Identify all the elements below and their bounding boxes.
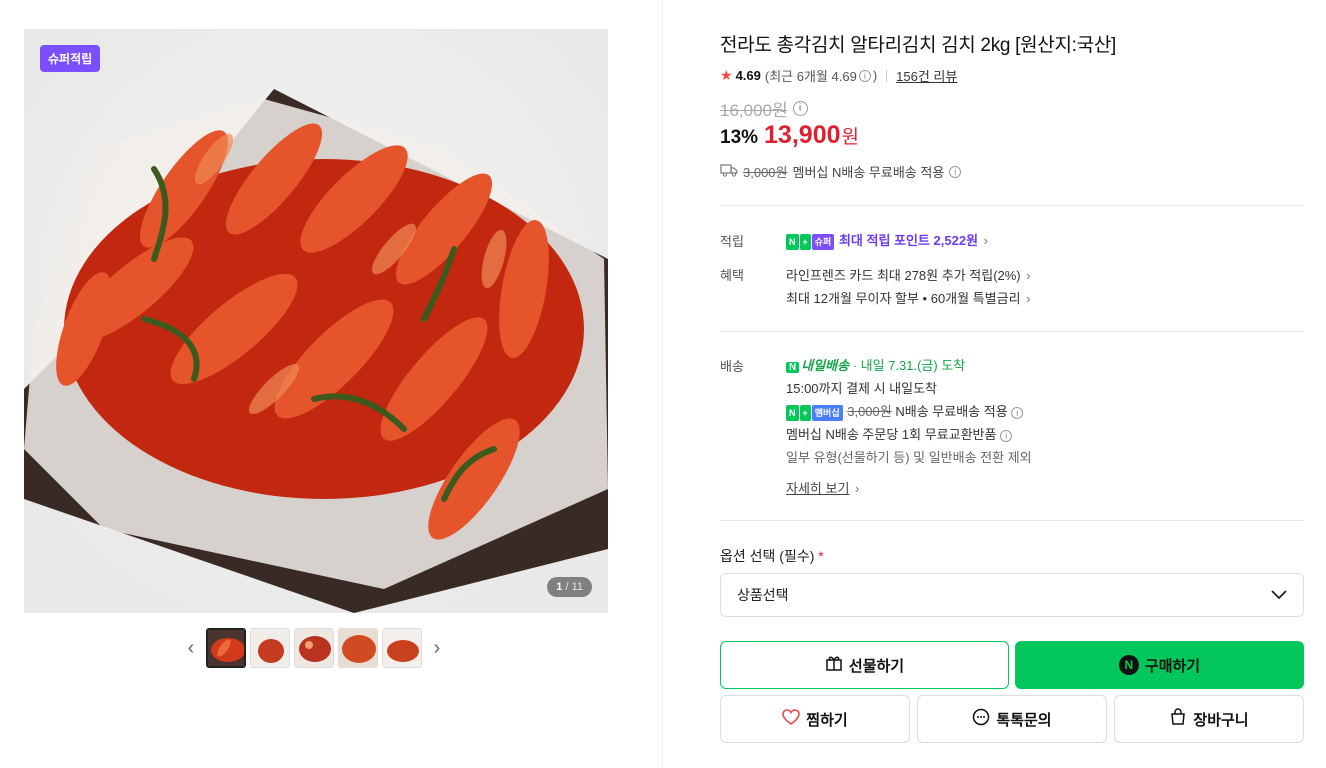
- membership-shipping-text: N배송 무료배송 적용: [895, 404, 1008, 419]
- benefit-label: 혜택: [720, 268, 744, 283]
- sale-price-row: 13% 13,900 원: [720, 121, 859, 150]
- divider: [720, 331, 1304, 332]
- membership-shipping-row: N + 멤버십 3,000원 N배송 무료배송 적용 i: [786, 401, 1024, 421]
- exchange-text: 멤버십 N배송 주문당 1회 무료교환반품: [786, 427, 997, 442]
- heart-icon: [782, 709, 801, 729]
- discount-percent: 13%: [720, 127, 759, 148]
- n-icon: N: [786, 362, 800, 373]
- thumbnail-5[interactable]: [382, 628, 422, 668]
- rating-recent: (최근 6개월 4.69: [764, 69, 857, 84]
- option-select-value: 상품선택: [737, 587, 789, 603]
- main-product-image[interactable]: 슈퍼적립 1 / 11: [24, 29, 608, 613]
- original-price: 16,000원 i: [720, 96, 808, 121]
- delivery-row: N 내일배송 · 내일 7.31.(금) 도착: [786, 355, 965, 374]
- prev-arrow-icon[interactable]: ‹: [180, 628, 202, 668]
- counter-current: 1: [556, 581, 563, 593]
- thumbnail-strip: ‹ ›: [180, 628, 448, 668]
- exchange-row: 멤버십 N배송 주문당 1회 무료교환반품 i: [786, 424, 1013, 443]
- membership-old-fee: 3,000원: [847, 404, 892, 419]
- cart-label: 장바구니: [1193, 711, 1249, 729]
- chevron-right-icon: ›: [983, 233, 988, 248]
- chevron-down-icon: [1271, 587, 1287, 603]
- product-title: 전라도 총각김치 알타리김치 김치 2kg [원산지:국산]: [720, 35, 1116, 56]
- benefit-card-row[interactable]: 라인프렌즈 카드 최대 278원 추가 적립(2%) ›: [786, 265, 1031, 284]
- currency-unit: 원: [841, 127, 859, 148]
- option-label-text: 옵션 선택 (필수): [720, 548, 815, 564]
- delivery-cutoff: 15:00까지 결제 시 내일도착: [786, 381, 938, 396]
- membership-badge: N + 멤버십: [786, 404, 844, 421]
- benefit-installment-row[interactable]: 최대 12개월 무이자 할부 • 60개월 특별금리 ›: [786, 288, 1031, 307]
- points-row[interactable]: N + 슈퍼 최대 적립 포인트 2,522원 ›: [786, 230, 988, 250]
- divider: [886, 69, 888, 82]
- original-price-value: 16,000원: [720, 101, 788, 120]
- delivery-label: 배송: [720, 359, 744, 374]
- wish-label: 찜하기: [806, 711, 848, 729]
- cart-button[interactable]: 장바구니: [1114, 695, 1304, 743]
- gift-label: 선물하기: [848, 657, 905, 675]
- next-arrow-icon[interactable]: ›: [426, 628, 448, 668]
- image-counter: 1 / 11: [547, 577, 592, 597]
- info-icon[interactable]: i: [858, 69, 871, 82]
- shipping-info-icon[interactable]: i: [949, 165, 962, 178]
- more-details-link[interactable]: 자세히 보기 ›: [786, 478, 859, 497]
- review-link[interactable]: 156건 리뷰: [896, 66, 957, 85]
- benefit-card-text: 라인프렌즈 카드 최대 278원 추가 적립(2%): [786, 268, 1021, 283]
- membership-badge-label: 멤버십: [811, 404, 843, 421]
- talk-inquiry-button[interactable]: 톡톡문의: [917, 695, 1107, 743]
- talk-label: 톡톡문의: [996, 711, 1052, 729]
- counter-total: / 11: [565, 581, 583, 593]
- chat-icon: [972, 708, 990, 730]
- tomorrow-delivery-badge: N 내일배송: [786, 358, 853, 373]
- star-icon: ★: [720, 67, 733, 83]
- chevron-right-icon: ›: [1026, 291, 1031, 306]
- kimchi-photo: [24, 29, 608, 613]
- option-select[interactable]: 상품선택: [720, 573, 1304, 617]
- thumbnail-4[interactable]: [338, 628, 378, 668]
- shipping-old-fee: 3,000원: [743, 165, 788, 180]
- thumbnail-3[interactable]: [294, 628, 334, 668]
- option-label: 옵션 선택 (필수) *: [720, 546, 824, 566]
- buy-button[interactable]: N 구매하기: [1015, 641, 1304, 689]
- rating-score: 4.69: [735, 68, 761, 83]
- naver-n-icon: N: [1118, 655, 1139, 675]
- thumbnail-1[interactable]: [206, 628, 246, 668]
- sale-price: 13,900: [764, 121, 841, 149]
- info-icon[interactable]: i: [1011, 406, 1024, 419]
- gift-button[interactable]: 선물하기: [720, 641, 1009, 689]
- membership-badge-plus: +: [799, 404, 811, 421]
- thumbnail-2[interactable]: [250, 628, 290, 668]
- rating-recent-close: ): [872, 68, 878, 83]
- divider: [720, 520, 1304, 521]
- tomorrow-delivery-text: 내일배송: [801, 358, 850, 373]
- badge-plus: +: [799, 233, 811, 250]
- badge-super: 슈퍼: [811, 233, 835, 250]
- badge-n: N: [786, 233, 799, 250]
- shopping-bag-icon: [1169, 708, 1187, 730]
- rating-row: ★ 4.69 (최근 6개월 4.69 i ) 156건 리뷰: [720, 66, 957, 85]
- required-mark: *: [818, 548, 824, 564]
- benefit-installment-text: 최대 12개월 무이자 할부 • 60개월 특별금리: [786, 291, 1021, 306]
- buy-label: 구매하기: [1144, 657, 1201, 675]
- shipping-summary: 3,000원 멤버십 N배송 무료배송 적용 i: [720, 162, 962, 181]
- divider: [720, 205, 1304, 206]
- super-points-badge: 슈퍼적립: [40, 45, 101, 72]
- membership-badge-n: N: [786, 404, 799, 421]
- delivery-arrival: · 내일 7.31.(금) 도착: [852, 358, 966, 373]
- points-text: 최대 적립 포인트: [838, 233, 930, 248]
- price-info-icon[interactable]: i: [792, 101, 808, 116]
- gift-icon: [825, 654, 843, 676]
- points-label: 적립: [720, 234, 744, 249]
- chevron-right-icon: ›: [1026, 268, 1031, 283]
- exclusion-text: 일부 유형(선물하기 등) 및 일반배송 전환 제외: [786, 450, 1032, 465]
- product-gallery: 슈퍼적립 1 / 11 ‹ ›: [0, 0, 663, 768]
- shipping-text: 멤버십 N배송 무료배송 적용: [792, 165, 945, 180]
- chevron-right-icon: ›: [855, 481, 860, 496]
- truck-icon: [720, 163, 738, 180]
- wish-button[interactable]: 찜하기: [720, 695, 910, 743]
- npay-plus-super-badge: N + 슈퍼: [786, 233, 835, 250]
- more-details-text: 자세히 보기: [786, 481, 850, 496]
- info-icon[interactable]: i: [1000, 429, 1013, 442]
- points-value: 2,522원: [933, 233, 979, 248]
